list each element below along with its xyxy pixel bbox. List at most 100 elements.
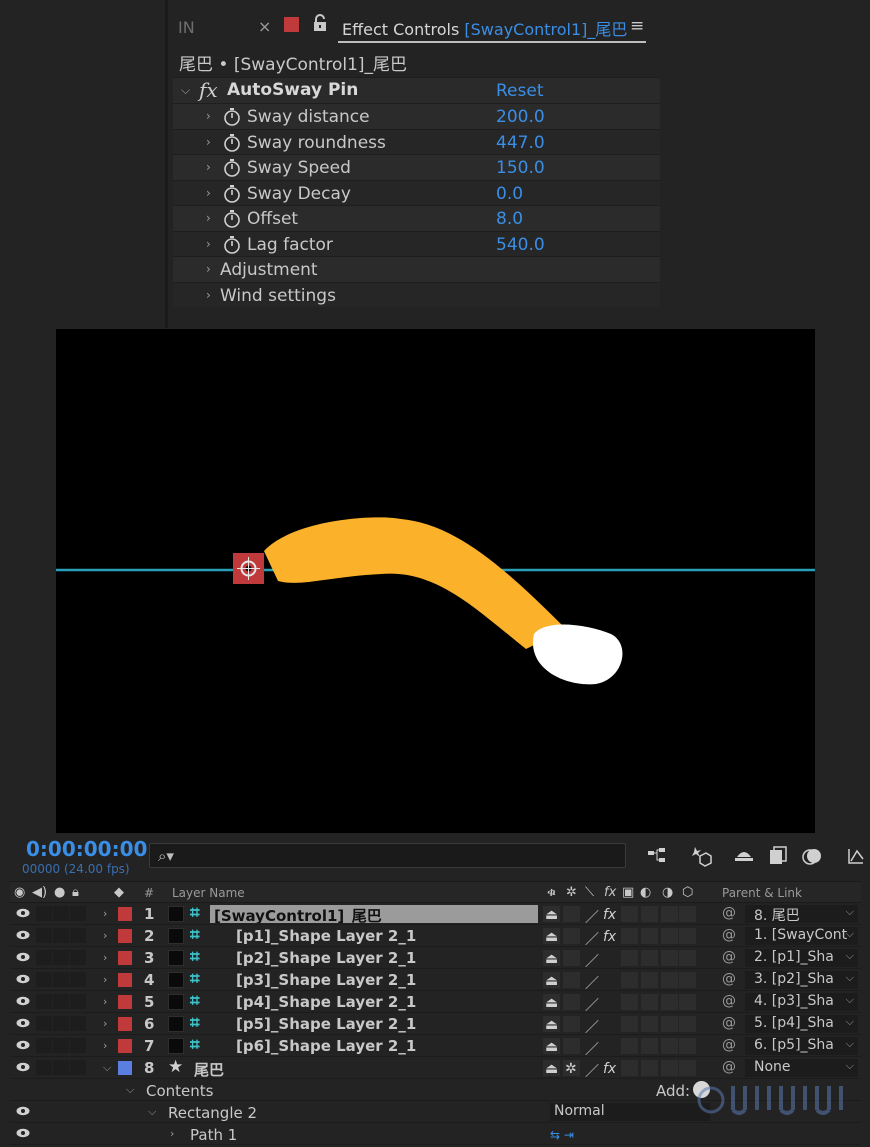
fx-switch[interactable] — [601, 950, 618, 966]
visibility-eye-icon[interactable] — [16, 952, 30, 962]
fx-switch[interactable] — [601, 1038, 618, 1054]
label-color-swatch[interactable] — [118, 1017, 132, 1031]
chevron-down-icon[interactable]: ⌵ — [126, 1083, 134, 1097]
path-direction-icon[interactable]: ⇆ ⇥ — [550, 1128, 574, 1142]
chevron-right-icon[interactable]: › — [206, 135, 211, 149]
parent-dropdown[interactable]: 4. [p3]_Sha ⌵ — [745, 993, 858, 1011]
pick-whip-icon[interactable]: @ — [722, 905, 736, 921]
layer-row[interactable]: › 2 ⌗ [p1]_Shape Layer 2_1 ⏏ ／ fx @ 1. [Sw… — [10, 925, 861, 948]
fx-icon[interactable]: fx — [199, 78, 218, 102]
collapse-switch[interactable] — [563, 928, 580, 944]
lock-toggle[interactable] — [70, 1038, 86, 1053]
layer-name[interactable]: 尾巴 — [190, 1059, 538, 1077]
frame-blending-icon[interactable] — [767, 845, 789, 867]
label-color-swatch[interactable] — [118, 1061, 132, 1075]
property-value[interactable]: 200.0 — [496, 107, 545, 127]
audio-toggle[interactable] — [36, 1060, 52, 1075]
quality-switch[interactable]: ／ — [583, 1060, 600, 1080]
switch-cell[interactable] — [661, 1038, 678, 1054]
switch-cell[interactable] — [679, 972, 696, 988]
solo-toggle[interactable] — [53, 906, 69, 921]
blend-mode-dropdown[interactable]: Normal — [550, 1103, 710, 1121]
quality-switch[interactable]: ／ — [583, 906, 600, 926]
chevron-right-icon[interactable]: › — [206, 211, 211, 225]
layer-name[interactable]: [p4]_Shape Layer 2_1 — [210, 993, 538, 1011]
stopwatch-icon[interactable] — [223, 210, 241, 228]
switch-cell[interactable] — [661, 972, 678, 988]
property-row[interactable]: › Sway roundness 447.0 — [173, 128, 660, 154]
layer-search-input[interactable]: ⌕▾ — [149, 843, 626, 868]
visibility-eye-icon[interactable] — [16, 908, 30, 918]
draft-3d-icon[interactable] — [690, 845, 712, 867]
property-value[interactable]: 447.0 — [496, 133, 545, 153]
comp-flowchart-icon[interactable] — [646, 845, 668, 867]
property-group-row[interactable]: › Wind settings — [173, 281, 660, 307]
property-value[interactable]: 8.0 — [496, 209, 523, 229]
shy-switch[interactable]: ⏏ — [543, 1038, 560, 1055]
lock-toggle[interactable] — [70, 906, 86, 921]
solo-toggle[interactable] — [53, 994, 69, 1009]
switch-cell[interactable] — [641, 1016, 658, 1032]
switch-cell[interactable] — [679, 950, 696, 966]
switch-cell[interactable] — [641, 1060, 658, 1076]
shy-switch[interactable]: ⏏ — [543, 1060, 560, 1077]
visibility-eye-icon[interactable] — [16, 1062, 30, 1072]
lock-toggle[interactable] — [70, 1016, 86, 1031]
chevron-right-icon[interactable]: › — [103, 973, 107, 986]
effect-header-row[interactable]: ⌵ fx AutoSway Pin Reset — [173, 77, 660, 103]
label-color-swatch[interactable] — [118, 951, 132, 965]
switch-cell[interactable] — [661, 994, 678, 1010]
switch-cell[interactable] — [621, 994, 638, 1010]
visibility-eye-icon[interactable] — [16, 996, 30, 1006]
close-icon[interactable]: × — [258, 17, 271, 36]
switch-cell[interactable] — [679, 1060, 696, 1076]
chevron-right-icon[interactable]: › — [206, 262, 211, 276]
layer-name[interactable]: [SwayControl1]_尾巴 — [210, 905, 538, 923]
switch-cell[interactable] — [661, 1060, 678, 1076]
layer-name[interactable]: [p2]_Shape Layer 2_1 — [210, 949, 538, 967]
pick-whip-icon[interactable]: @ — [722, 993, 736, 1009]
switch-cell[interactable] — [621, 1038, 638, 1054]
parent-dropdown[interactable]: 6. [p5]_Sha ⌵ — [745, 1037, 858, 1055]
pick-whip-icon[interactable]: @ — [722, 1015, 736, 1031]
audio-toggle[interactable] — [36, 994, 52, 1009]
solo-toggle[interactable] — [53, 950, 69, 965]
quality-switch[interactable]: ／ — [583, 950, 600, 970]
label-color-swatch[interactable] — [118, 995, 132, 1009]
stopwatch-icon[interactable] — [223, 235, 241, 254]
shy-switch[interactable]: ⏏ — [543, 1016, 560, 1033]
solo-toggle[interactable] — [53, 1060, 69, 1075]
pick-whip-icon[interactable]: @ — [722, 1059, 736, 1075]
collapse-switch[interactable] — [563, 906, 580, 922]
switch-cell[interactable] — [679, 1038, 696, 1054]
chevron-right-icon[interactable]: › — [206, 109, 211, 123]
audio-toggle[interactable] — [36, 906, 52, 921]
layer-name[interactable]: [p3]_Shape Layer 2_1 — [210, 971, 538, 989]
collapse-switch[interactable] — [563, 950, 580, 966]
reset-link[interactable]: Reset — [496, 81, 544, 101]
layer-row[interactable]: › 4 ⌗ [p3]_Shape Layer 2_1 ⏏ ／ @ 3. [p2]_… — [10, 969, 861, 992]
collapse-switch[interactable]: ✲ — [563, 1060, 580, 1077]
lock-toggle[interactable] — [70, 928, 86, 943]
lock-toggle[interactable] — [70, 994, 86, 1009]
switch-cell[interactable] — [641, 928, 658, 944]
parent-dropdown[interactable]: 3. [p2]_Sha ⌵ — [745, 971, 858, 989]
chevron-right-icon[interactable]: › — [103, 1039, 107, 1052]
property-row[interactable]: › Offset 8.0 — [173, 205, 660, 231]
chevron-right-icon[interactable]: › — [170, 1127, 174, 1140]
current-time-display[interactable]: 0:00:00:00 — [26, 837, 147, 861]
chevron-right-icon[interactable]: › — [206, 186, 211, 200]
switch-cell[interactable] — [621, 972, 638, 988]
visibility-eye-icon[interactable] — [16, 930, 30, 940]
shy-switch[interactable]: ⏏ — [543, 928, 560, 945]
parent-dropdown[interactable]: 1. [SwayCont ⌵ — [745, 927, 858, 945]
pick-whip-icon[interactable]: @ — [722, 1037, 736, 1053]
chevron-down-icon[interactable]: ⌵ — [103, 1061, 111, 1075]
shy-layers-icon[interactable] — [733, 845, 755, 867]
visibility-eye-icon[interactable] — [16, 1040, 30, 1050]
chevron-right-icon[interactable]: › — [103, 951, 107, 964]
property-value[interactable]: 0.0 — [496, 184, 523, 204]
quality-switch[interactable]: ／ — [583, 1038, 600, 1058]
quality-switch[interactable]: ／ — [583, 928, 600, 948]
chevron-right-icon[interactable]: › — [103, 929, 107, 942]
